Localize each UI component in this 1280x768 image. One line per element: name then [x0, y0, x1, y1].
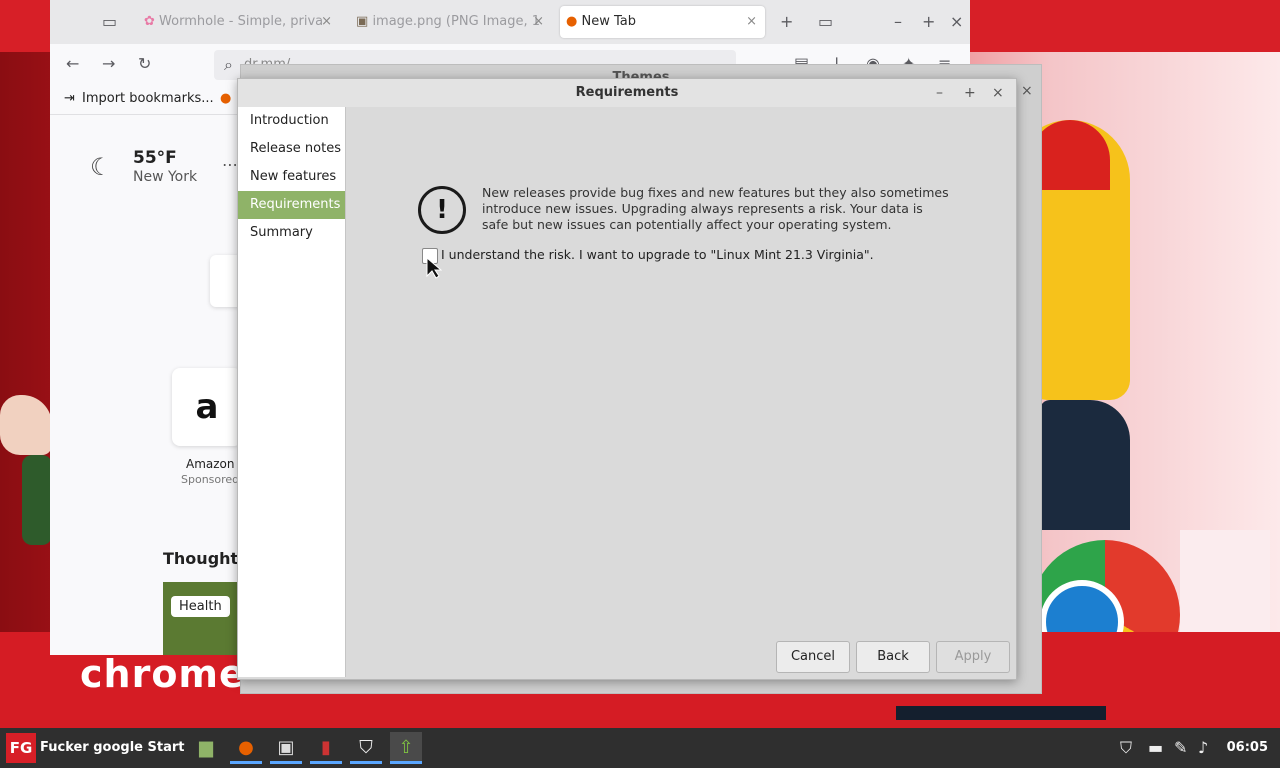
close-icon[interactable]: × — [533, 6, 544, 38]
tab-new-tab[interactable]: ● New Tab × — [560, 6, 765, 38]
weather-moon-icon: ☾ — [90, 153, 112, 181]
warning-text: New releases provide bug fixes and new f… — [482, 185, 949, 232]
weather-city: New York — [133, 169, 198, 185]
update-manager-icon[interactable]: ⇧ — [390, 732, 422, 764]
files-icon[interactable]: ▆ — [190, 732, 222, 764]
apply-button[interactable]: Apply — [936, 641, 1010, 673]
sidebar-item-summary[interactable]: Summary — [238, 219, 345, 247]
tab-label: image.png (PNG Image, 1 — [372, 14, 541, 29]
dialog-title: Requirements — [238, 79, 1016, 107]
shortcut-label: Amazon — [186, 457, 235, 471]
firefox-icon[interactable]: ● — [230, 732, 262, 764]
forward-arrow-icon[interactable]: → — [102, 56, 115, 72]
minimize-icon[interactable]: – — [894, 14, 902, 30]
reload-icon[interactable]: ↻ — [138, 56, 151, 72]
close-icon[interactable]: × — [321, 6, 332, 38]
import-icon: ⇥ — [64, 91, 75, 106]
maximize-icon[interactable]: + — [964, 83, 976, 103]
taskbar: FG Fucker google Start ▆ ● ▣ ▮ ⛉ ⇧ ⛉ ▬ ✎… — [0, 728, 1280, 768]
firefox-icon: ● — [220, 91, 232, 106]
tab-label: New Tab — [581, 14, 636, 29]
shield-tray-icon[interactable]: ⛉ — [1120, 738, 1132, 758]
search-icon: ⌕ — [224, 55, 233, 74]
warning-icon: ! — [418, 186, 466, 234]
import-bookmarks-link[interactable]: Import bookmarks... — [82, 91, 214, 106]
more-icon[interactable]: ⋯ — [222, 155, 238, 174]
close-icon[interactable]: × — [992, 83, 1004, 103]
firefox-icon: ● — [566, 14, 578, 29]
volume-icon[interactable]: ♪ — [1198, 738, 1208, 758]
section-title: Thought- — [163, 549, 245, 568]
dialog-sidebar: Introduction Release notes New features … — [238, 107, 346, 677]
shortcut-sublabel: Sponsored — [181, 473, 240, 486]
story-badge: Health — [171, 596, 230, 617]
keyboard-icon[interactable]: ▬ — [1148, 738, 1163, 758]
terminal-icon[interactable]: ▣ — [270, 732, 302, 764]
amazon-shortcut-icon[interactable]: a — [172, 368, 242, 446]
clock[interactable]: 06:05 — [1227, 728, 1268, 768]
maximize-icon[interactable]: + — [922, 14, 935, 30]
tab-strip: ▭ ✿ Wormhole - Simple, priva × ▣ image.p… — [50, 0, 970, 44]
app-icon[interactable]: ▮ — [310, 732, 342, 764]
cancel-button[interactable]: Cancel — [776, 641, 850, 673]
wallpaper-arm — [22, 455, 52, 545]
tab-label: Wormhole - Simple, priva — [159, 14, 324, 29]
close-icon[interactable]: × — [1021, 83, 1033, 99]
tab-image[interactable]: ▣ image.png (PNG Image, 1 × — [352, 6, 552, 38]
wallpaper-figure-body — [1040, 400, 1130, 530]
requirements-dialog: Requirements – + × Introduction Release … — [237, 78, 1017, 680]
new-tab-icon[interactable]: + — [780, 14, 793, 30]
close-window-icon[interactable]: × — [950, 14, 963, 30]
back-arrow-icon[interactable]: ← — [66, 56, 79, 72]
minimize-icon[interactable]: – — [936, 83, 943, 103]
shield-icon[interactable]: ⛉ — [350, 732, 382, 764]
tab-wormhole[interactable]: ✿ Wormhole - Simple, priva × — [140, 6, 340, 38]
back-button[interactable]: Back — [856, 641, 930, 673]
weather-temp: 55°F — [133, 148, 177, 168]
network-icon[interactable]: ✎ — [1174, 738, 1187, 758]
wallpaper-hand — [0, 395, 52, 455]
wallpaper-figure-cap — [1030, 120, 1110, 190]
wallpaper-bar — [896, 706, 1106, 720]
risk-checkbox-label[interactable]: I understand the risk. I want to upgrade… — [441, 247, 874, 262]
mouse-cursor-icon — [426, 257, 442, 279]
sidebar-item-introduction[interactable]: Introduction — [238, 107, 345, 135]
sidebar-item-release-notes[interactable]: Release notes — [238, 135, 345, 163]
image-icon: ▣ — [356, 14, 369, 29]
sidebar-item-requirements[interactable]: Requirements — [238, 191, 345, 219]
story-image[interactable] — [163, 582, 237, 655]
tab-list-icon[interactable]: ▭ — [102, 14, 117, 30]
start-menu-logo[interactable]: FG — [6, 733, 36, 763]
window-icon[interactable]: ▭ — [818, 14, 833, 30]
close-icon[interactable]: × — [746, 6, 757, 38]
wormhole-icon: ✿ — [144, 14, 155, 29]
start-menu-label[interactable]: Fucker google Start — [40, 728, 185, 768]
sidebar-item-new-features[interactable]: New features — [238, 163, 345, 191]
